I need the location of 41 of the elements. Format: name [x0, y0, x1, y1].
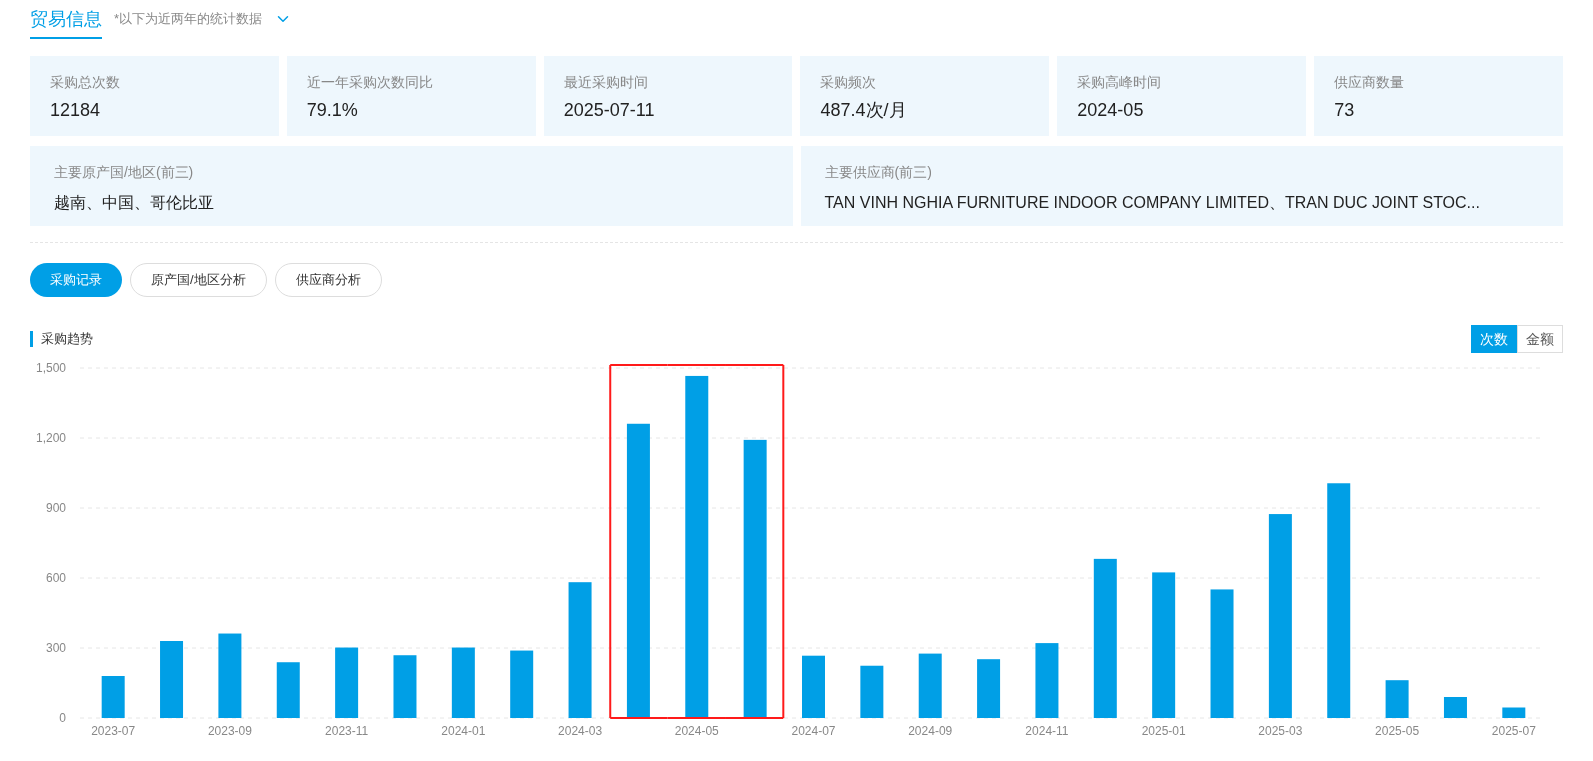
tab[interactable]: 原产国/地区分析 — [130, 263, 267, 297]
stat-label: 最近采购时间 — [563, 73, 649, 92]
x-tick-label: 2025-07 — [1491, 724, 1536, 738]
x-tick-label: 2024-05 — [674, 724, 719, 738]
y-tick-label: 900 — [45, 501, 66, 515]
x-tick-label: 2025-05 — [1375, 724, 1420, 738]
y-tick-label: 300 — [45, 641, 66, 655]
stat-label: 主要供应商(前三) — [824, 163, 933, 182]
x-tick-label: 2024-07 — [791, 724, 836, 738]
stat-label: 采购频次 — [820, 73, 878, 92]
y-tick-label: 0 — [59, 711, 66, 725]
stat-label: 主要原产国/地区(前三) — [54, 163, 195, 182]
x-tick-label: 2024-03 — [558, 724, 603, 738]
stat-value: 73 — [1334, 99, 1356, 122]
x-tick-label: 2024-11 — [1025, 724, 1069, 738]
stat-value: 越南、中国、哥伦比亚 — [54, 193, 215, 213]
header-note: *以下为近两年的统计数据 — [114, 10, 263, 29]
stat-value: 2025-07-11 — [563, 99, 656, 122]
y-tick-label: 600 — [45, 571, 66, 585]
stat-value: 2024-05 — [1077, 99, 1145, 122]
stat-value: 487.4次/月 — [820, 99, 908, 122]
x-tick-label: 2024-09 — [908, 724, 953, 738]
section-title: 贸易信息 — [30, 5, 102, 39]
y-tick-label: 1,200 — [35, 431, 66, 445]
stat-value: 12184 — [50, 99, 102, 122]
stat-value: TAN VINH NGHIA FURNITURE INDOOR COMPANY LIMITED、TRAN DUC JOINT STOC... — [824, 193, 1481, 213]
x-tick-label: 2025-01 — [1141, 724, 1186, 738]
x-tick-label: 2023-09 — [207, 724, 252, 738]
stat-label: 采购总次数 — [50, 73, 121, 92]
x-tick-label: 2025-03 — [1258, 724, 1303, 738]
stat-label: 近一年采购次数同比 — [306, 73, 434, 92]
x-tick-label: 2024-01 — [441, 724, 486, 738]
chart-title: 采购趋势 — [41, 330, 93, 349]
x-tick-label: 2023-07 — [91, 724, 136, 738]
y-tick-label: 1,500 — [35, 361, 66, 375]
stat-label: 采购高峰时间 — [1077, 73, 1163, 92]
x-tick-label: 2023-11 — [325, 724, 369, 738]
stat-label: 供应商数量 — [1334, 73, 1406, 92]
tab[interactable]: 供应商分析 — [274, 263, 382, 297]
toggle-option[interactable]: 金额 — [1517, 325, 1563, 353]
stat-value: 79.1% — [306, 99, 359, 122]
